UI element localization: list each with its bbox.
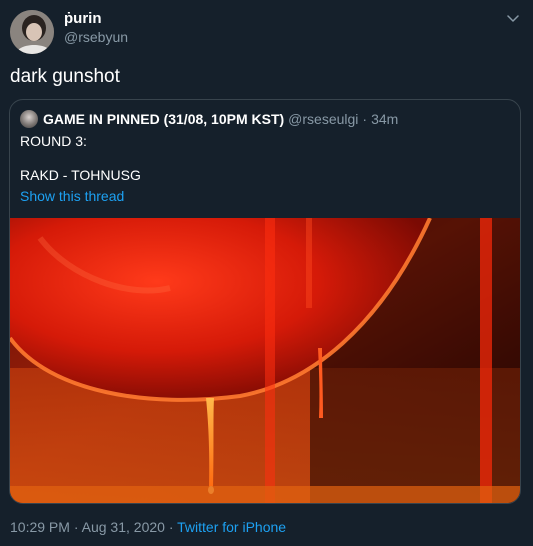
red-liquid-image-icon [10,218,520,503]
author-handle[interactable]: @rsebyun [64,29,128,45]
tweet-source-link[interactable]: Twitter for iPhone [177,519,286,535]
quoted-tweet-header: GAME IN PINNED (31/08, 10PM KST) @rseseu… [20,110,398,128]
footer-separator: · [168,519,174,535]
avatar-image-icon [10,10,54,54]
tweet-text: dark gunshot [10,66,120,87]
quoted-tweet-card[interactable]: GAME IN PINNED (31/08, 10PM KST) @rseseu… [9,99,521,504]
show-thread-link[interactable]: Show this thread [20,188,124,204]
tweet-date[interactable]: Aug 31, 2020 [82,519,165,535]
quoted-display-name: GAME IN PINNED (31/08, 10PM KST) [43,111,285,127]
user-avatar[interactable] [10,10,54,54]
tweet-time[interactable]: 10:29 PM [10,519,70,535]
footer-separator: · [73,519,79,535]
quoted-media-image[interactable] [10,218,520,503]
quoted-handle: @rseseulgi [288,111,359,127]
tweet-footer-meta: 10:29 PM · Aug 31, 2020 · Twitter for iP… [10,519,286,535]
chevron-down-icon[interactable] [503,8,523,28]
quoted-timestamp: 34m [371,111,399,127]
quoted-text-line-1: ROUND 3: [20,133,87,149]
quoted-user-avatar [20,110,38,128]
quoted-text-line-2: RAKD - TOHNUSG [20,167,141,183]
author-display-name[interactable]: ṗurin [64,10,102,27]
quoted-separator: · [362,111,368,127]
tweet: ṗurin @rsebyun dark gunshot GAME IN PINN… [0,0,533,546]
